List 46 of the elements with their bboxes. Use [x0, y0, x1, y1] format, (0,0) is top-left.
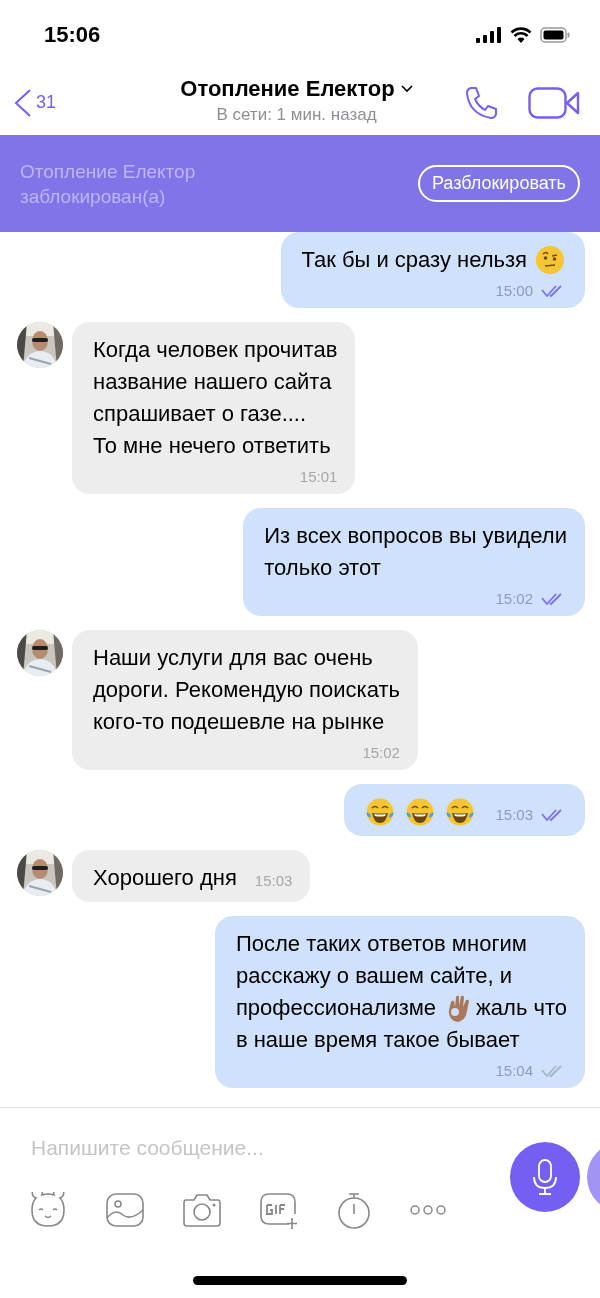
message-text: Наши услуги для вас очень: [93, 644, 373, 672]
clock-time: 15:06: [44, 22, 101, 48]
message-text: только этот: [264, 554, 381, 582]
message-time: 15:02: [495, 589, 533, 609]
message-text: жаль что: [476, 994, 567, 1022]
video-camera-icon[interactable]: [528, 86, 580, 119]
message-text: После таких ответов многим: [235, 930, 527, 958]
message-text: Когда человек прочитав: [93, 336, 338, 364]
blocked-notice: Отопление Електор заблокирован(а): [20, 159, 197, 209]
tears-of-joy-emoji-icon: [365, 797, 396, 827]
battery-icon: [540, 27, 570, 43]
chevron-down-icon[interactable]: [400, 85, 413, 93]
message-text: Хорошего дня: [93, 864, 237, 892]
message-time: 15:04: [495, 1061, 533, 1081]
gif-icon[interactable]: [259, 1192, 299, 1230]
phone-icon[interactable]: [464, 84, 500, 121]
message-text: спрашивает о газе....: [93, 400, 307, 428]
online-status: В сети: 1 мин. назад: [216, 105, 377, 125]
bear-sticker-icon[interactable]: [28, 1192, 68, 1228]
message-time: 15:00: [495, 281, 533, 301]
raised-eyebrow-emoji-icon: [535, 245, 565, 275]
message-text: дороги. Рекомендую поискать: [93, 676, 400, 704]
message-text: Так бы и сразу нельзя: [301, 246, 527, 274]
message-time: 15:03: [495, 805, 533, 825]
message-text: в наше время такое бывает: [235, 1026, 520, 1054]
wifi-icon: [510, 27, 532, 43]
message-time: 15:01: [299, 467, 338, 487]
unblock-button[interactable]: Разблокировать: [417, 165, 580, 202]
camera-icon[interactable]: [182, 1192, 222, 1228]
message-text: расскажу о вашем сайте, и: [235, 962, 513, 990]
message-text: Из всех вопросов вы увидели: [264, 522, 567, 550]
microphone-icon[interactable]: [530, 1157, 560, 1197]
message-text: название нашего сайта: [93, 368, 332, 396]
message-time: 15:02: [362, 743, 400, 763]
tears-of-joy-emoji-icon: [405, 797, 436, 827]
message-text: профессионализме: [235, 994, 437, 1022]
timer-icon[interactable]: [336, 1192, 372, 1230]
gallery-icon[interactable]: [105, 1192, 145, 1228]
message-text: То мне нечего ответить: [93, 432, 331, 460]
chat-title[interactable]: Отопление Електор: [180, 76, 395, 102]
tears-of-joy-emoji-icon: [445, 797, 476, 827]
signal-icon: [476, 27, 502, 43]
message-input[interactable]: Напишите сообщение...: [31, 1132, 471, 1164]
message-text: кого-то подешевле на рынке: [93, 708, 385, 736]
message-time: 15:03: [254, 871, 293, 891]
back-button[interactable]: 31: [12, 87, 147, 118]
